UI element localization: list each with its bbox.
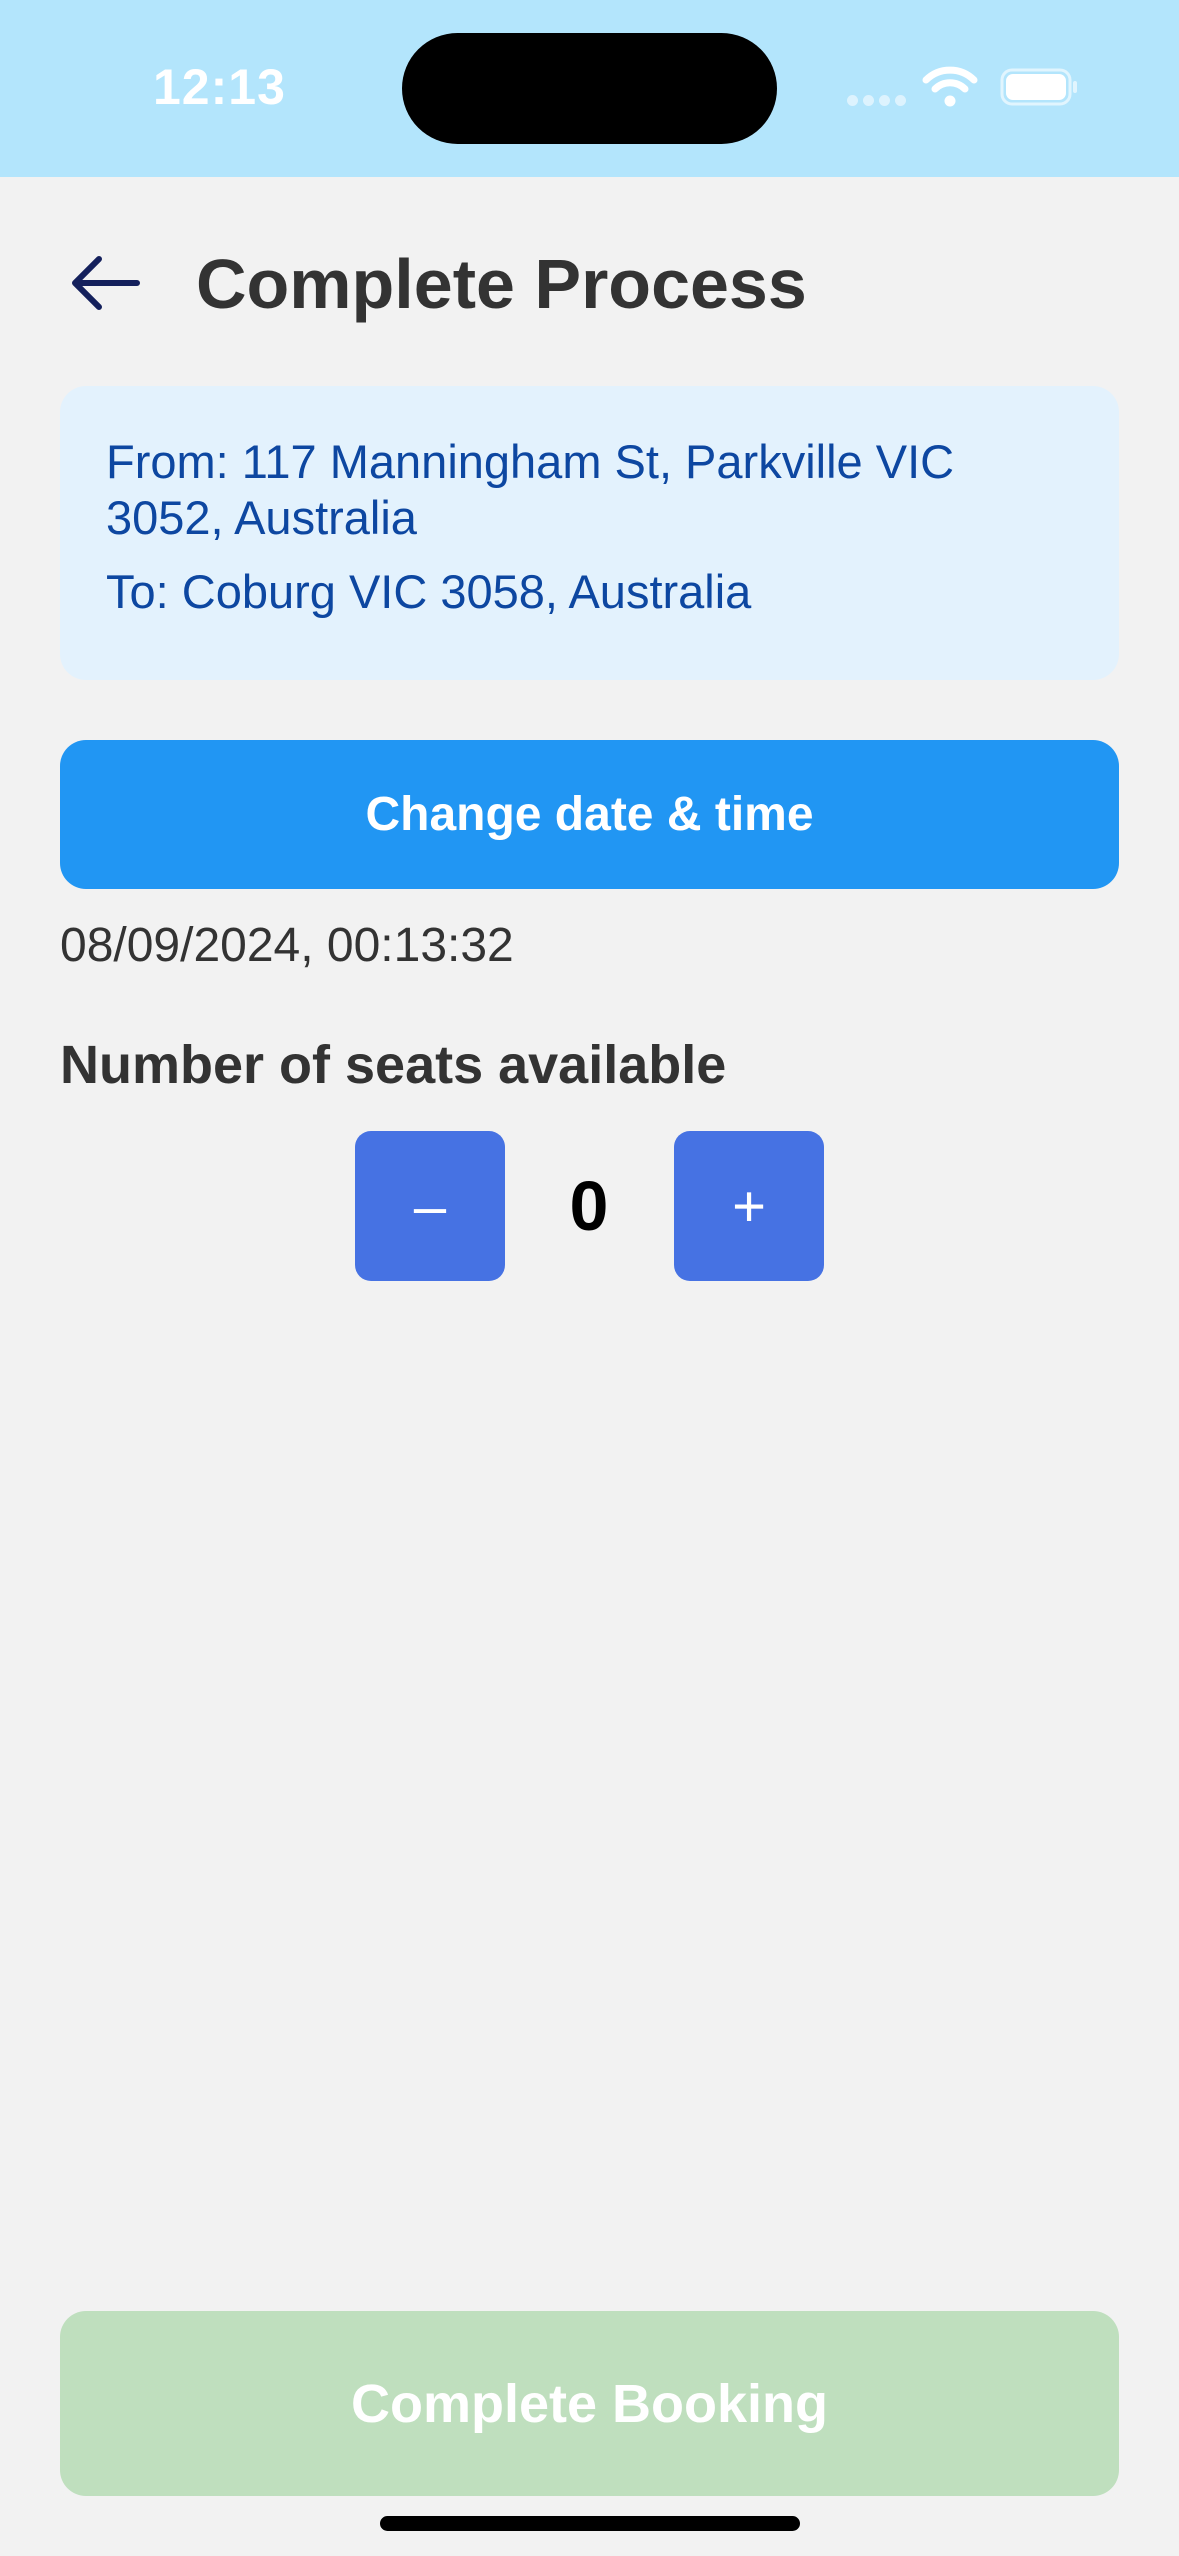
- arrow-left-icon: [72, 256, 140, 310]
- decrement-seats-button[interactable]: –: [355, 1131, 505, 1281]
- seat-count: 0: [569, 1167, 609, 1245]
- cellular-signal-icon: [847, 95, 906, 106]
- header: Complete Process: [0, 230, 1179, 330]
- page-title: Complete Process: [196, 245, 807, 323]
- route-card: From: 117 Manningham St, Parkville VIC 3…: [60, 386, 1119, 680]
- route-from: From: 117 Manningham St, Parkville VIC 3…: [106, 435, 955, 544]
- route-to: To: Coburg VIC 3058, Australia: [106, 565, 752, 618]
- selected-datetime: 08/09/2024, 00:13:32: [60, 919, 514, 972]
- wifi-icon: [922, 66, 978, 107]
- status-bar: 12:13: [0, 0, 1179, 177]
- battery-icon: [1000, 68, 1077, 106]
- seats-label: Number of seats available: [60, 1035, 727, 1095]
- complete-booking-button[interactable]: Complete Booking: [60, 2311, 1119, 2496]
- dynamic-island: [402, 33, 777, 144]
- home-indicator: [380, 2516, 800, 2531]
- back-button[interactable]: [60, 250, 150, 316]
- status-time: 12:13: [153, 59, 286, 115]
- change-date-time-button[interactable]: Change date & time: [60, 740, 1119, 889]
- increment-seats-button[interactable]: +: [674, 1131, 824, 1281]
